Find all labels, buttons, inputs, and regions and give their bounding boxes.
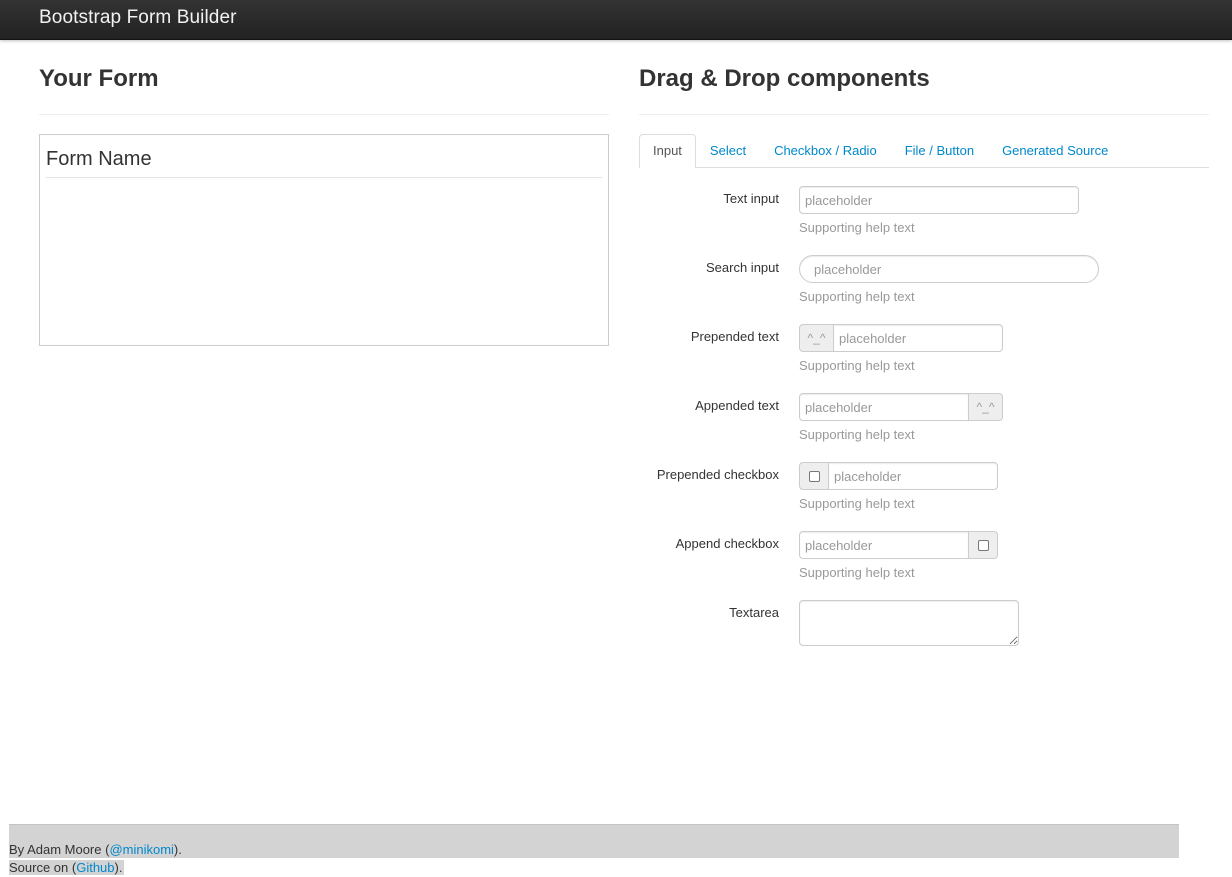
search-input-help: Supporting help text (799, 289, 915, 304)
tab-generated-source[interactable]: Generated Source (988, 134, 1122, 168)
footer-source: Source on (Github). (9, 860, 125, 875)
search-input-field[interactable] (799, 255, 1099, 283)
footer-bar (9, 824, 1179, 858)
github-link[interactable]: Github (76, 860, 114, 875)
append-addon: ^_^ (969, 393, 1003, 421)
brand-link[interactable]: Bootstrap Form Builder (39, 7, 237, 29)
prepended-checkbox-field[interactable] (828, 462, 998, 490)
appended-text-field[interactable] (799, 393, 969, 421)
prepend-checkbox[interactable] (808, 470, 820, 482)
append-checkbox[interactable] (977, 539, 989, 551)
tab-input[interactable]: Input (639, 134, 696, 168)
footer-source-prefix: Source on ( (9, 860, 77, 875)
components-title: Drag & Drop components (639, 40, 1209, 115)
footer-author: By Adam Moore (@minikomi). (9, 842, 182, 857)
prepended-text-field[interactable] (833, 324, 1003, 352)
textarea-field[interactable] (799, 600, 1019, 646)
prepend-checkbox-addon (799, 462, 828, 490)
footer-source-suffix: ). (114, 860, 123, 875)
prepended-checkbox-label: Prepended checkbox (656, 467, 779, 482)
appended-text-help: Supporting help text (799, 427, 915, 442)
append-checkbox-help: Supporting help text (799, 565, 915, 580)
your-form-title: Your Form (39, 40, 609, 115)
tab-file-button[interactable]: File / Button (891, 134, 988, 168)
prepend-addon: ^_^ (799, 324, 833, 352)
prepended-checkbox-help: Supporting help text (799, 496, 915, 511)
footer-author-suffix: ). (173, 842, 182, 857)
form-drop-target[interactable]: Form Name (39, 134, 609, 346)
tab-checkbox-radio[interactable]: Checkbox / Radio (760, 134, 891, 168)
append-checkbox-addon (969, 531, 998, 559)
form-name-legend[interactable]: Form Name (46, 135, 602, 178)
navbar: Bootstrap Form Builder (0, 0, 1232, 40)
twitter-link[interactable]: @minikomi (109, 842, 173, 857)
component-tabs: Input Select Checkbox / Radio File / But… (639, 134, 1209, 168)
text-input-label: Text input (723, 191, 779, 206)
textarea-label: Textarea (729, 605, 779, 620)
text-input-help: Supporting help text (799, 220, 915, 235)
text-input-field[interactable] (799, 186, 1079, 214)
append-checkbox-field[interactable] (799, 531, 969, 559)
prepended-text-label: Prepended text (690, 329, 779, 344)
your-form-column: Your Form Form Name (39, 40, 609, 346)
appended-text-label: Appended text (695, 398, 779, 413)
tab-select[interactable]: Select (696, 134, 760, 168)
components-column: Drag & Drop components Input Select Chec… (639, 40, 1209, 646)
search-input-label: Search input (706, 260, 779, 275)
prepended-text-help: Supporting help text (799, 358, 915, 373)
footer-author-prefix: By Adam Moore ( (9, 842, 110, 857)
append-checkbox-label: Append checkbox (675, 536, 779, 551)
